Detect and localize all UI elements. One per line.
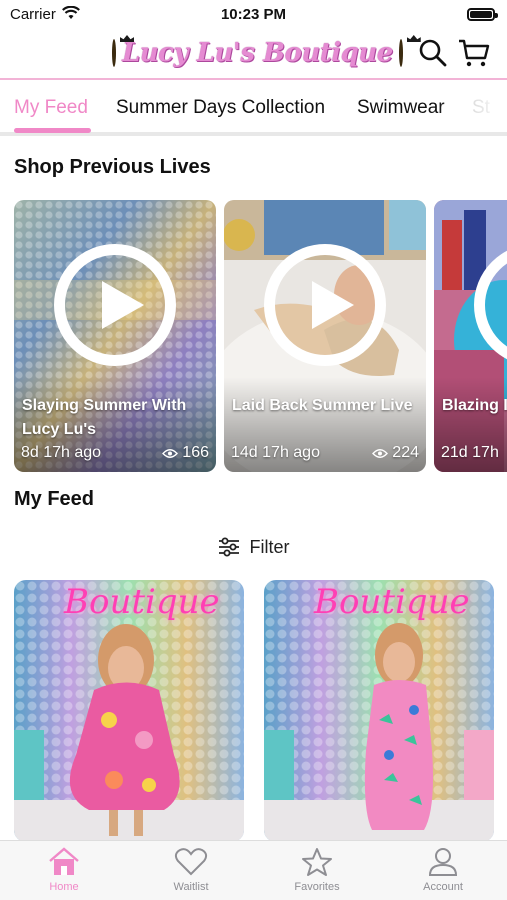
section-title-previous-lives: Shop Previous Lives — [14, 156, 211, 178]
nav-favorites[interactable]: Favorites — [272, 847, 362, 893]
active-tab-indicator — [14, 128, 91, 133]
lion-crest-icon — [398, 39, 403, 67]
live-meta: 14d 17h ago 224 — [231, 444, 419, 462]
views-count: 166 — [182, 444, 209, 461]
lion-crest-icon — [112, 39, 116, 67]
home-icon — [49, 847, 79, 875]
tab-my-feed[interactable]: My Feed — [14, 97, 88, 119]
cart-button[interactable] — [458, 38, 490, 68]
search-button[interactable] — [418, 38, 448, 68]
app-header: Lucy Lu's Boutique — [0, 30, 507, 80]
nav-account[interactable]: Account — [398, 847, 488, 893]
logo-text: Lucy Lu's Boutique — [122, 38, 393, 68]
search-icon — [419, 39, 447, 67]
tab-swimwear[interactable]: Swimwear — [357, 97, 445, 119]
nav-home[interactable]: Home — [19, 847, 109, 893]
nav-home-label: Home — [49, 881, 79, 893]
neon-sign: Boutique — [64, 582, 220, 622]
play-icon[interactable] — [54, 244, 176, 366]
person-icon — [428, 848, 458, 876]
tabs-fade — [437, 82, 507, 130]
nav-account-label: Account — [423, 881, 463, 893]
live-meta: 8d 17h ago 166 — [21, 444, 209, 462]
nav-favorites-label: Favorites — [294, 881, 340, 893]
nav-waitlist-label: Waitlist — [173, 881, 209, 893]
star-icon — [302, 848, 332, 876]
neon-sign: Boutique — [314, 582, 470, 622]
live-title: Slaying Summer With Lucy Lu's — [22, 397, 187, 438]
filter-button[interactable]: Filter — [0, 532, 507, 562]
views-count: 224 — [392, 444, 419, 461]
previous-lives-carousel[interactable]: Slaying Summer With Lucy Lu's 8d 17h ago… — [0, 200, 507, 473]
nav-waitlist[interactable]: Waitlist — [146, 847, 236, 893]
live-age: 14d 17h ago — [231, 444, 320, 461]
feed-product-card[interactable]: Boutique — [264, 580, 494, 842]
status-bar: Carrier 10:23 PM — [0, 0, 507, 30]
live-title: Blazing I Summer — [442, 397, 507, 414]
live-card[interactable]: Slaying Summer With Lucy Lu's 8d 17h ago… — [14, 200, 216, 472]
section-title-my-feed: My Feed — [14, 488, 95, 510]
feed-product-card[interactable]: Boutique — [14, 580, 244, 842]
battery-icon — [467, 8, 498, 21]
sliders-icon — [218, 537, 239, 557]
filter-label: Filter — [249, 536, 290, 557]
live-card[interactable]: Laid Back Summer Live 14d 17h ago 224 — [224, 200, 426, 472]
bottom-tab-bar: Home Waitlist Favorites Account — [0, 840, 507, 900]
live-card[interactable]: Blazing I Summer 21d 17h — [434, 200, 507, 472]
cart-icon — [459, 39, 490, 67]
category-tabs: My Feed Summer Days Collection Swimwear … — [0, 82, 507, 136]
clock: 10:23 PM — [220, 6, 287, 23]
live-age: 8d 17h ago — [21, 444, 102, 461]
eye-icon — [162, 448, 179, 458]
live-views: 224 — [372, 444, 419, 462]
boutique-logo[interactable]: Lucy Lu's Boutique — [112, 34, 403, 72]
live-age: 21d 17h — [441, 444, 499, 461]
heart-icon — [174, 848, 208, 876]
tab-summer-days-collection[interactable]: Summer Days Collection — [116, 97, 325, 119]
live-meta: 21d 17h — [441, 444, 507, 462]
eye-icon — [372, 448, 389, 458]
live-title: Laid Back Summer Live — [232, 397, 413, 414]
play-icon[interactable] — [264, 244, 386, 366]
live-views: 166 — [162, 444, 209, 462]
